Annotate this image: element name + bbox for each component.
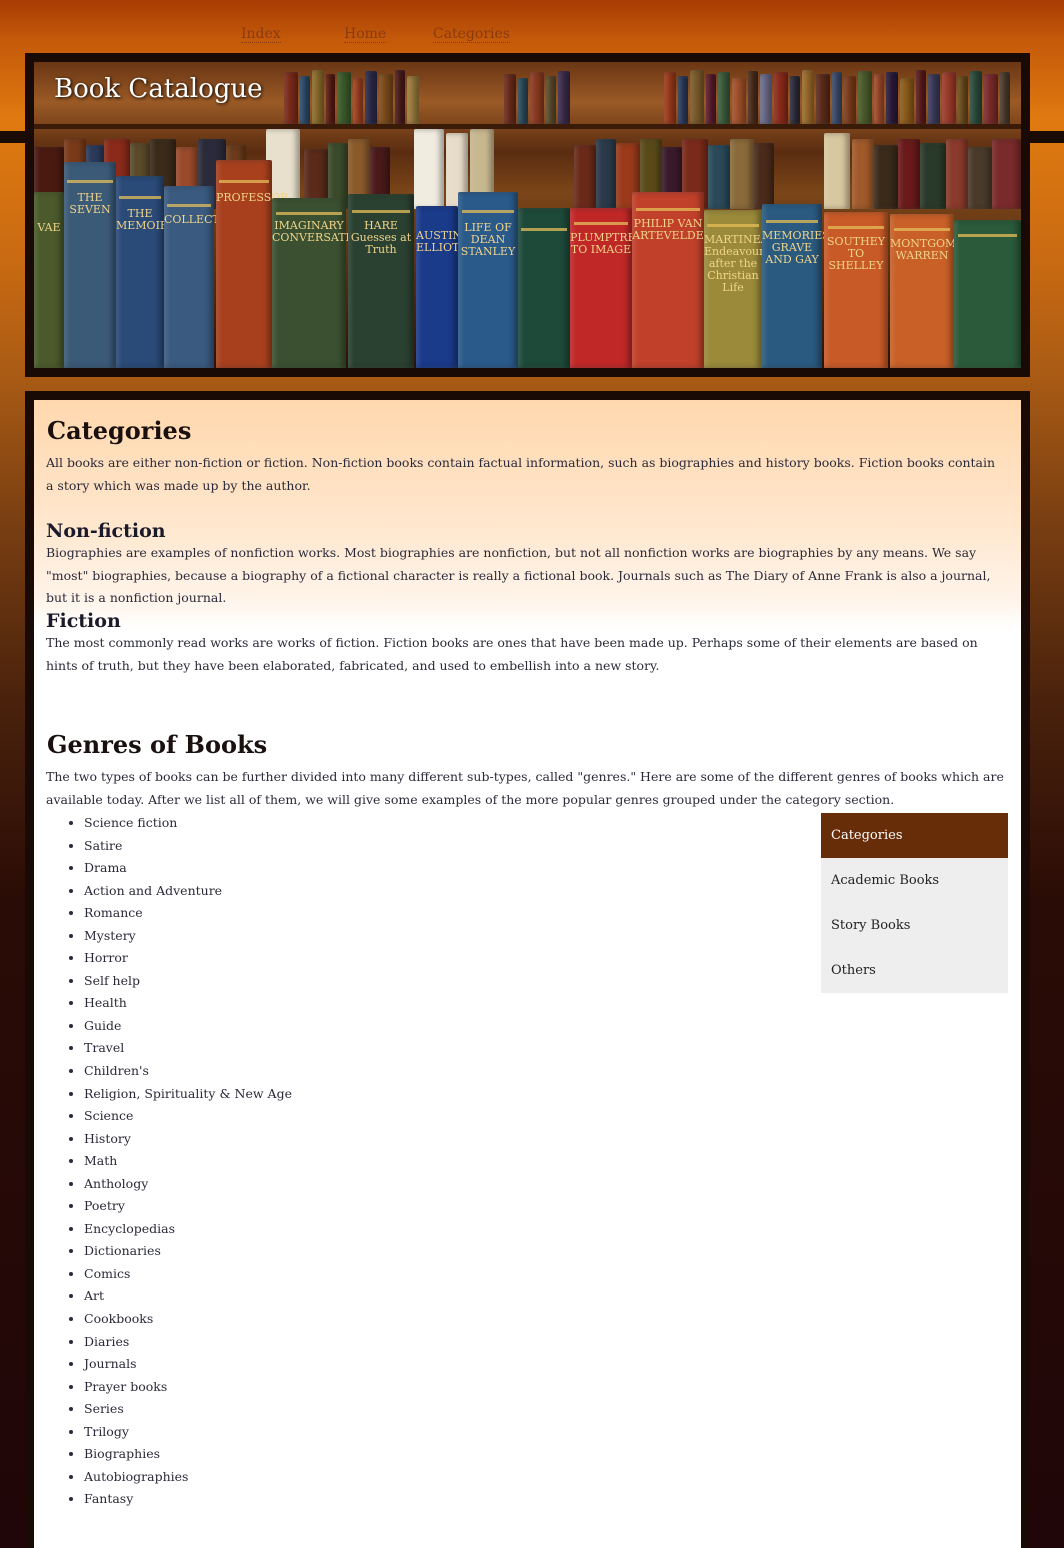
spine-label: LIFE OF DEAN STANLEY	[460, 221, 516, 258]
top-nav: Index Home Categories	[0, 26, 1064, 48]
genre-item: Drama	[84, 857, 292, 880]
fiction-heading: Fiction	[46, 610, 121, 632]
spine-label: VAE	[37, 221, 61, 234]
spine-label: PLUMPTRE TO IMAGE	[570, 231, 636, 256]
nonfiction-heading: Non-fiction	[46, 520, 166, 542]
spine-label: MEMORIES GRAVE AND GAY	[762, 229, 830, 266]
banner-image: Book Catalogue VAE THE SEVEN THE MEMOIRE…	[34, 62, 1021, 368]
fiction-text: The most commonly read works are works o…	[46, 635, 978, 673]
genre-item: Biographies	[84, 1443, 292, 1466]
banner-frame: Book Catalogue VAE THE SEVEN THE MEMOIRE…	[25, 53, 1030, 377]
nav-link-index[interactable]: Index	[241, 26, 281, 43]
genre-item: Art	[84, 1285, 292, 1308]
spine-label: AUSTIN ELLIOT	[416, 229, 463, 254]
side-menu-item-story-books[interactable]: Story Books	[821, 903, 1008, 948]
nav-link-home[interactable]: Home	[344, 26, 387, 43]
genre-item: Travel	[84, 1037, 292, 1060]
genre-item: Satire	[84, 835, 292, 858]
genre-item: Journals	[84, 1353, 292, 1376]
spine-label: MONTGOMERY WARREN	[890, 237, 980, 262]
genre-item: Religion, Spirituality & New Age	[84, 1083, 292, 1106]
genre-item: Self help	[84, 970, 292, 993]
genre-item: Anthology	[84, 1173, 292, 1196]
spine-label: COLLECTIONS	[164, 213, 251, 226]
genre-item: Comics	[84, 1263, 292, 1286]
genre-item: Encyclopedias	[84, 1218, 292, 1241]
categories-heading: Categories	[47, 416, 192, 445]
categories-text: All books are either non-fiction or fict…	[46, 455, 996, 493]
spine-label: MARTINEAU Endeavours after the Christian…	[704, 233, 778, 294]
spine-label: PROFESSOR	[216, 191, 289, 204]
genre-item: Series	[84, 1398, 292, 1421]
genre-item: Cookbooks	[84, 1308, 292, 1331]
spine-label: IMAGINARY CONVERSATIONS	[272, 219, 377, 244]
main-content: Categories All books are either non-fict…	[34, 400, 1021, 1548]
genre-item: Children's	[84, 1060, 292, 1083]
spine-label: PHILIP VAN ARTEVELDE	[632, 217, 704, 242]
genre-item: Guide	[84, 1015, 292, 1038]
genre-item: Fantasy	[84, 1488, 292, 1511]
genre-item: Romance	[84, 902, 292, 925]
genre-item: Autobiographies	[84, 1466, 292, 1489]
nonfiction-text: Biographies are examples of nonfiction w…	[46, 545, 991, 605]
side-menu-item-categories[interactable]: Categories	[821, 813, 1008, 858]
genre-item: Dictionaries	[84, 1240, 292, 1263]
nav-link-categories[interactable]: Categories	[433, 26, 510, 43]
genre-item: Mystery	[84, 925, 292, 948]
spine-label: THE SEVEN	[69, 191, 111, 216]
spine-label: SOUTHEY TO SHELLEY	[826, 235, 886, 272]
genre-item: Prayer books	[84, 1376, 292, 1399]
side-menu: Categories Academic Books Story Books Ot…	[821, 813, 1008, 993]
genre-item: Health	[84, 992, 292, 1015]
side-menu-item-academic-books[interactable]: Academic Books	[821, 858, 1008, 903]
genre-item: Action and Adventure	[84, 880, 292, 903]
front-books: VAE THE SEVEN THE MEMOIRES COLLECTIONS P…	[34, 152, 1021, 368]
genre-item: Poetry	[84, 1195, 292, 1218]
genre-item: Math	[84, 1150, 292, 1173]
spine-label: THE MEMOIRES	[116, 207, 184, 232]
side-menu-item-others[interactable]: Others	[821, 948, 1008, 993]
genre-item: Science	[84, 1105, 292, 1128]
genre-item: Trilogy	[84, 1421, 292, 1444]
site-title: Book Catalogue	[54, 74, 263, 104]
genre-item: Horror	[84, 947, 292, 970]
genre-item: Diaries	[84, 1331, 292, 1354]
spine-label: HARE Guesses at Truth	[350, 219, 412, 256]
genre-item: History	[84, 1128, 292, 1151]
content-frame: Categories All books are either non-fict…	[25, 391, 1030, 1548]
genre-item: Science fiction	[84, 812, 292, 835]
genres-text: The two types of books can be further di…	[46, 769, 1004, 807]
genre-list: Science fiction Satire Drama Action and …	[70, 812, 292, 1511]
genres-heading: Genres of Books	[47, 730, 268, 759]
